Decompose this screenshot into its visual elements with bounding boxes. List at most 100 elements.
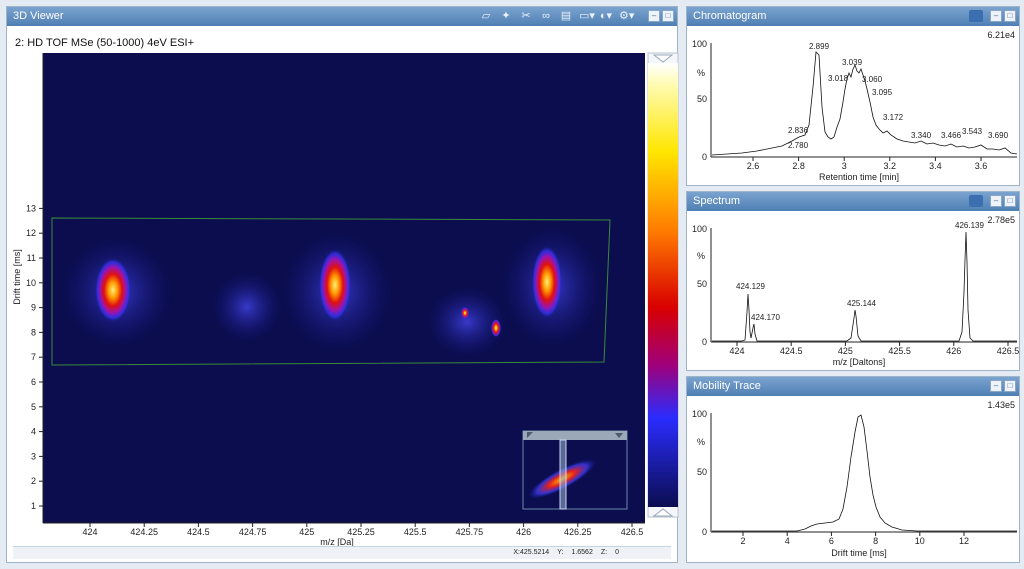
peak-label: 3.095 bbox=[872, 88, 893, 97]
x-axis-ticks: 2.6 2.8 3 3.2 3.4 3.6 bbox=[747, 157, 988, 171]
chromatogram-trace bbox=[711, 51, 1018, 156]
tick-label: 425 bbox=[838, 346, 853, 356]
tick-label: 7 bbox=[31, 352, 36, 362]
x-axis-ticks: 2 4 6 8 10 12 bbox=[740, 532, 969, 546]
tick-label: 425.25 bbox=[347, 527, 375, 537]
status-bar: X:425.5214 Y: 1.6562 Z: 0 bbox=[13, 546, 671, 559]
chromatogram-intensity: 6.21e4 bbox=[987, 30, 1015, 40]
spectrum-intensity: 2.78e5 bbox=[987, 215, 1015, 225]
x-axis-label: Drift time [ms] bbox=[831, 548, 887, 558]
x-axis-label: m/z [Daltons] bbox=[833, 357, 886, 367]
status-z-label: Z: bbox=[600, 549, 608, 556]
status-y-value: 1.6562 bbox=[571, 549, 593, 556]
tick-label: 13 bbox=[26, 203, 36, 213]
tick-label: 426 bbox=[516, 527, 531, 537]
tick-label: 425.5 bbox=[888, 346, 911, 356]
minor-peak bbox=[461, 307, 469, 319]
y-axis-ticks: 12345678910111213 bbox=[26, 203, 43, 511]
peak-label: 424.170 bbox=[751, 313, 780, 322]
tick-label: 4 bbox=[785, 536, 790, 546]
tick-label: 424.25 bbox=[130, 527, 158, 537]
peak-label: 3.018 bbox=[828, 74, 849, 83]
y-tick-100: 100 bbox=[692, 224, 707, 234]
tick-label: 424 bbox=[82, 527, 97, 537]
heatmap-plot[interactable]: 12345678910111213 424 424.25 424.5 424.75 42… bbox=[7, 7, 679, 564]
peak-label: 3.172 bbox=[883, 113, 904, 122]
inset-header bbox=[523, 431, 627, 440]
peak-label: 425.144 bbox=[847, 299, 876, 308]
tick-label: 4 bbox=[31, 427, 36, 437]
color-scale-bar[interactable] bbox=[648, 63, 678, 507]
peak-label: 2.780 bbox=[788, 141, 809, 150]
isotope-peak-1 bbox=[95, 258, 131, 322]
x-axis-label: Retention time [min] bbox=[819, 172, 899, 182]
tick-label: 3 bbox=[842, 161, 847, 171]
noise-cluster bbox=[212, 272, 282, 342]
chromatogram-plot[interactable]: 6.21e4 100 % 50 0 2.6 2.8 3 3.2 3.4 3.6 Reten… bbox=[687, 7, 1021, 187]
inset-viewport[interactable] bbox=[559, 439, 567, 510]
tick-label: 426 bbox=[946, 346, 961, 356]
tick-label: 2.8 bbox=[792, 161, 805, 171]
y-tick-0: 0 bbox=[702, 527, 707, 537]
peak-label: 2.899 bbox=[809, 42, 830, 51]
tick-label: 3.4 bbox=[929, 161, 942, 171]
status-x: X:425.5214 bbox=[513, 549, 550, 556]
tick-label: 3.2 bbox=[884, 161, 897, 171]
peak-label: 424.129 bbox=[736, 282, 765, 291]
app-window: 3D Viewer ▱ ✦ ✂ ∞ ▤ ▭▾ ◐▾ ⚙▾ – □ 2: HD T… bbox=[0, 0, 1024, 569]
peak-label: 426.139 bbox=[955, 221, 984, 230]
y-unit: % bbox=[697, 68, 705, 78]
y-tick-100: 100 bbox=[692, 39, 707, 49]
tick-label: 11 bbox=[27, 253, 36, 263]
mobility-pane: Mobility Trace – □ 1.43e5 100 % 50 0 246… bbox=[686, 376, 1020, 563]
tick-label: 424.75 bbox=[239, 527, 267, 537]
isotope-peak-2 bbox=[319, 249, 351, 321]
tick-label: 425.5 bbox=[404, 527, 427, 537]
tick-label: 6 bbox=[829, 536, 834, 546]
y-tick-0: 0 bbox=[702, 152, 707, 162]
tick-label: 426.5 bbox=[997, 346, 1020, 356]
tick-label: 12 bbox=[26, 228, 36, 238]
tick-label: 12 bbox=[959, 536, 969, 546]
tick-label: 2 bbox=[740, 536, 745, 546]
spectrum-pane: Spectrum – □ 2.78e5 100 % 50 0 424 424.5 4… bbox=[686, 191, 1020, 371]
mobility-intensity: 1.43e5 bbox=[987, 400, 1015, 410]
peak-label: 3.039 bbox=[842, 58, 863, 67]
peak-label: 3.690 bbox=[988, 131, 1009, 140]
tick-label: 425.75 bbox=[456, 527, 484, 537]
tick-label: 1 bbox=[31, 501, 36, 511]
tick-label: 10 bbox=[26, 278, 36, 288]
tick-label: 10 bbox=[915, 536, 925, 546]
tick-label: 3 bbox=[31, 451, 36, 461]
isotope-peak-3 bbox=[532, 246, 562, 318]
tick-label: 6 bbox=[31, 377, 36, 387]
y-tick-100: 100 bbox=[692, 409, 707, 419]
peak-label: 3.060 bbox=[862, 75, 883, 84]
peak-label: 2.836 bbox=[788, 126, 809, 135]
y-tick-0: 0 bbox=[702, 337, 707, 347]
tick-label: 5 bbox=[31, 402, 36, 412]
tick-label: 424.5 bbox=[187, 527, 210, 537]
tick-label: 2.6 bbox=[747, 161, 760, 171]
tick-label: 9 bbox=[31, 303, 36, 313]
viewer-pane: 3D Viewer ▱ ✦ ✂ ∞ ▤ ▭▾ ◐▾ ⚙▾ – □ 2: HD T… bbox=[6, 6, 679, 564]
peak-label: 3.543 bbox=[962, 127, 983, 136]
tick-label: 8 bbox=[873, 536, 878, 546]
tick-label: 2 bbox=[31, 476, 36, 486]
tick-label: 424 bbox=[729, 346, 744, 356]
tick-label: 8 bbox=[31, 327, 36, 337]
x-axis-ticks: 424 424.5 425 425.5 426 426.5 bbox=[729, 342, 1019, 356]
spectrum-plot[interactable]: 2.78e5 100 % 50 0 424 424.5 425 425.5 426 426… bbox=[687, 192, 1021, 372]
tick-label: 3.6 bbox=[975, 161, 988, 171]
y-tick-50: 50 bbox=[697, 94, 707, 104]
tick-label: 425 bbox=[299, 527, 314, 537]
y-tick-50: 50 bbox=[697, 279, 707, 289]
mobility-plot[interactable]: 1.43e5 100 % 50 0 2 4 6 8 10 12 Drift time [m… bbox=[687, 377, 1021, 564]
chromatogram-pane: Chromatogram – □ 6.21e4 100 % 50 0 2.6 2.… bbox=[686, 6, 1020, 186]
y-unit: % bbox=[697, 251, 705, 261]
peak-label: 3.466 bbox=[941, 131, 962, 140]
peak-label: 3.340 bbox=[911, 131, 932, 140]
y-tick-50: 50 bbox=[697, 467, 707, 477]
y-axis-label: Drift time [ms] bbox=[12, 249, 22, 305]
tick-label: 426.25 bbox=[564, 527, 592, 537]
